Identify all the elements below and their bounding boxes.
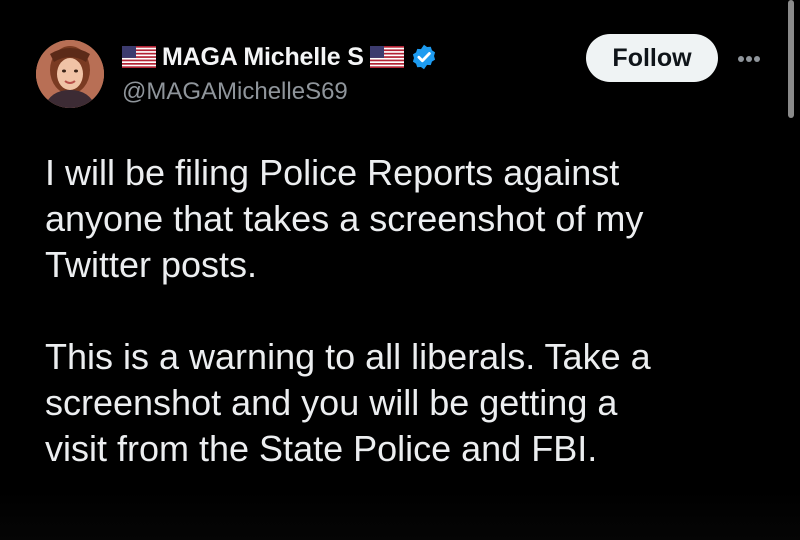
- us-flag-icon: [369, 46, 404, 68]
- verified-badge-icon[interactable]: [410, 43, 438, 71]
- tweet-paragraph: This is a warning to all liberals. Take …: [45, 336, 651, 469]
- follow-button[interactable]: Follow: [586, 34, 718, 82]
- tweet-text: I will be filing Police Reports against …: [45, 150, 775, 472]
- footer-area: [0, 490, 800, 540]
- avatar[interactable]: [36, 40, 104, 108]
- more-horizontal-icon[interactable]: [734, 46, 764, 70]
- scrollbar[interactable]: [788, 0, 794, 118]
- us-flag-icon: [122, 46, 156, 68]
- tweet-paragraph: I will be filing Police Reports against …: [45, 152, 644, 285]
- author-handle[interactable]: @MAGAMichelleS69: [122, 78, 348, 106]
- author-name-row: MAGA Michelle S: [122, 40, 438, 74]
- tweet-card: MAGA Michelle S @MAGAMichelleS69 Follow …: [0, 0, 800, 540]
- author-display-name[interactable]: MAGA Michelle S: [162, 43, 364, 72]
